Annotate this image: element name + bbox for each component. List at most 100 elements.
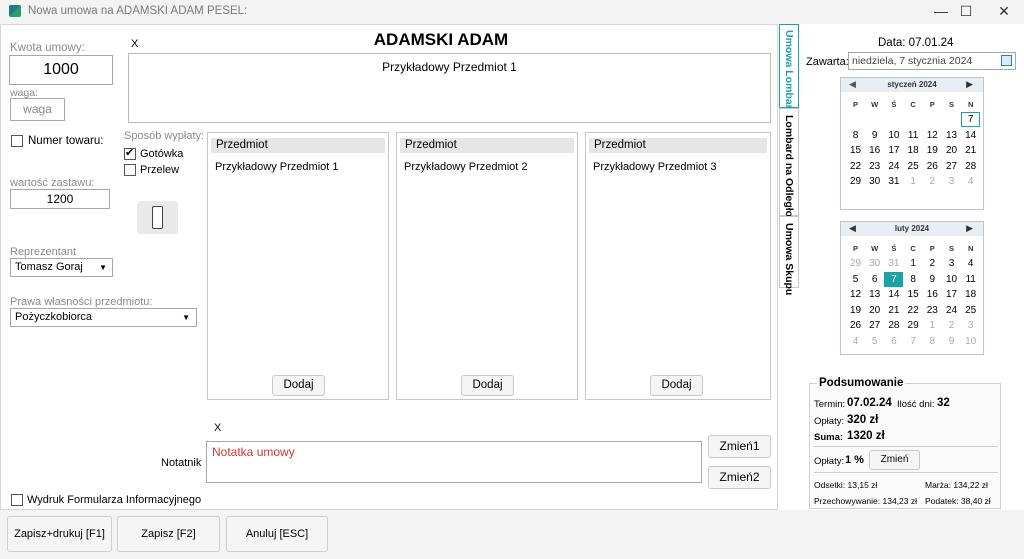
calendar-day[interactable]: 14 [961,128,980,143]
prev-month-icon[interactable]: ◀ [849,223,856,234]
calendar-day[interactable]: 8 [923,334,942,349]
calendar-day[interactable]: 12 [846,287,865,302]
calendar-day[interactable]: 14 [884,287,903,302]
calendar-day[interactable]: 26 [846,318,865,333]
calendar-day[interactable]: 23 [923,303,942,318]
calendar-day[interactable]: 1 [904,174,923,189]
zmien2-button[interactable]: Zmień2 [708,466,771,489]
calendar-day[interactable]: 12 [923,128,942,143]
checkbox-box[interactable] [124,164,136,176]
zmien-oplaty-button[interactable]: Zmień [869,450,920,470]
zmien1-button[interactable]: Zmień1 [708,435,771,458]
calendar-day[interactable]: 10 [942,272,961,287]
checkbox-box[interactable] [11,135,23,147]
zawarta-date-picker[interactable]: niedziela, 7 stycznia 2024 [848,52,1016,70]
calendar-day[interactable]: 5 [846,272,865,287]
calendar-day[interactable]: 7 [904,334,923,349]
calendar-day[interactable]: 28 [884,318,903,333]
calendar-day[interactable]: 29 [904,318,923,333]
numer-towaru-checkbox[interactable] [11,135,23,150]
calendar-day[interactable]: 9 [865,128,884,143]
calendar-day[interactable]: 19 [923,143,942,158]
calendar-day[interactable]: 29 [846,256,865,271]
item-name[interactable]: Przykładowy Przedmiot 3 [593,161,717,173]
calendar-day[interactable]: 21 [961,143,980,158]
prev-month-icon[interactable]: ◀ [849,79,856,90]
calendar-day[interactable]: 24 [884,159,903,174]
calendar-day[interactable]: 28 [961,159,980,174]
calendar-day[interactable]: 15 [846,143,865,158]
prawa-select[interactable]: Pożyczkobiorca ▼ [10,308,197,327]
calendar-day[interactable]: 23 [865,159,884,174]
next-month-icon[interactable]: ▶ [966,79,973,90]
calendar-day[interactable]: 2 [942,318,961,333]
calendar-day[interactable]: 25 [961,303,980,318]
calendar-day[interactable]: 7 [884,271,904,287]
calendar-icon[interactable] [1001,55,1012,66]
calendar-day[interactable]: 7 [961,112,981,127]
calendar-day[interactable]: 3 [942,256,961,271]
anuluj-button[interactable]: Anuluj [ESC] [226,516,328,552]
waga-input[interactable]: waga [10,98,65,121]
zapisz-button[interactable]: Zapisz [F2] [117,516,220,552]
calendar-day[interactable]: 29 [846,174,865,189]
calendar-day[interactable]: 18 [904,143,923,158]
calendar-day[interactable]: 19 [846,303,865,318]
calendar-day[interactable]: 9 [923,272,942,287]
calendar-day[interactable]: 25 [904,159,923,174]
calendar-day[interactable]: 27 [865,318,884,333]
calendar-day[interactable]: 30 [865,256,884,271]
calendar-day[interactable]: 24 [942,303,961,318]
add-item-button[interactable]: Dodaj [650,375,703,396]
calendar-day[interactable]: 15 [904,287,923,302]
calendar-day[interactable]: 17 [884,143,903,158]
reprezentant-select[interactable]: Tomasz Goraj ▼ [10,258,113,277]
phone-button[interactable] [137,201,178,234]
add-item-button[interactable]: Dodaj [272,375,325,396]
calendar-day[interactable]: 10 [884,128,903,143]
calendar-day[interactable]: 13 [865,287,884,302]
calendar-day[interactable]: 22 [904,303,923,318]
przelew-checkbox[interactable] [124,164,136,179]
calendar-day[interactable]: 4 [961,256,980,271]
calendar-day[interactable]: 2 [923,256,942,271]
calendar-day[interactable]: 13 [942,128,961,143]
calendar-day[interactable]: 22 [846,159,865,174]
tab-umowa-lombard[interactable]: Umowa Lombard [779,24,799,115]
calendar-day[interactable]: 5 [865,334,884,349]
calendar-day[interactable]: 1 [923,318,942,333]
calendar-day[interactable]: 16 [923,287,942,302]
calendar-day[interactable]: 4 [961,174,980,189]
calendar-day[interactable]: 11 [904,128,923,143]
notes-textarea[interactable]: Notatka umowy [206,441,702,483]
calendar-day[interactable]: 6 [884,334,903,349]
calendar-day[interactable]: 4 [846,334,865,349]
item-name[interactable]: Przykładowy Przedmiot 1 [215,161,339,173]
calendar-day[interactable]: 11 [961,272,980,287]
calendar-day[interactable]: 30 [865,174,884,189]
checkbox-box[interactable]: ✔ [124,147,136,160]
calendar-day[interactable]: 6 [865,272,884,287]
kwota-input[interactable]: 1000 [9,55,113,85]
gotowka-checkbox[interactable]: ✔ [124,147,136,163]
calendar-day[interactable]: 17 [942,287,961,302]
next-month-icon[interactable]: ▶ [966,223,973,234]
calendar-day[interactable]: 3 [942,174,961,189]
calendar-day[interactable]: 21 [884,303,903,318]
calendar-day[interactable]: 3 [961,318,980,333]
tab-umowa-skupu[interactable]: Umowa Skupu [779,216,799,295]
wartosc-input[interactable]: 1200 [10,189,110,209]
calendar-day[interactable]: 20 [942,143,961,158]
wydruk-checkbox[interactable] [11,494,23,509]
calendar-day[interactable]: 2 [923,174,942,189]
calendar-day[interactable]: 16 [865,143,884,158]
item-name[interactable]: Przykładowy Przedmiot 2 [404,161,528,173]
calendar-day[interactable]: 31 [884,174,903,189]
calendar-day[interactable]: 20 [865,303,884,318]
zapisz-drukuj-button[interactable]: Zapisz+drukuj [F1] [7,516,112,552]
calendar-day[interactable]: 18 [961,287,980,302]
calendar-day[interactable]: 8 [904,272,923,287]
calendar-day[interactable]: 9 [942,334,961,349]
calendar-day[interactable]: 8 [846,128,865,143]
calendar-day[interactable]: 1 [904,256,923,271]
